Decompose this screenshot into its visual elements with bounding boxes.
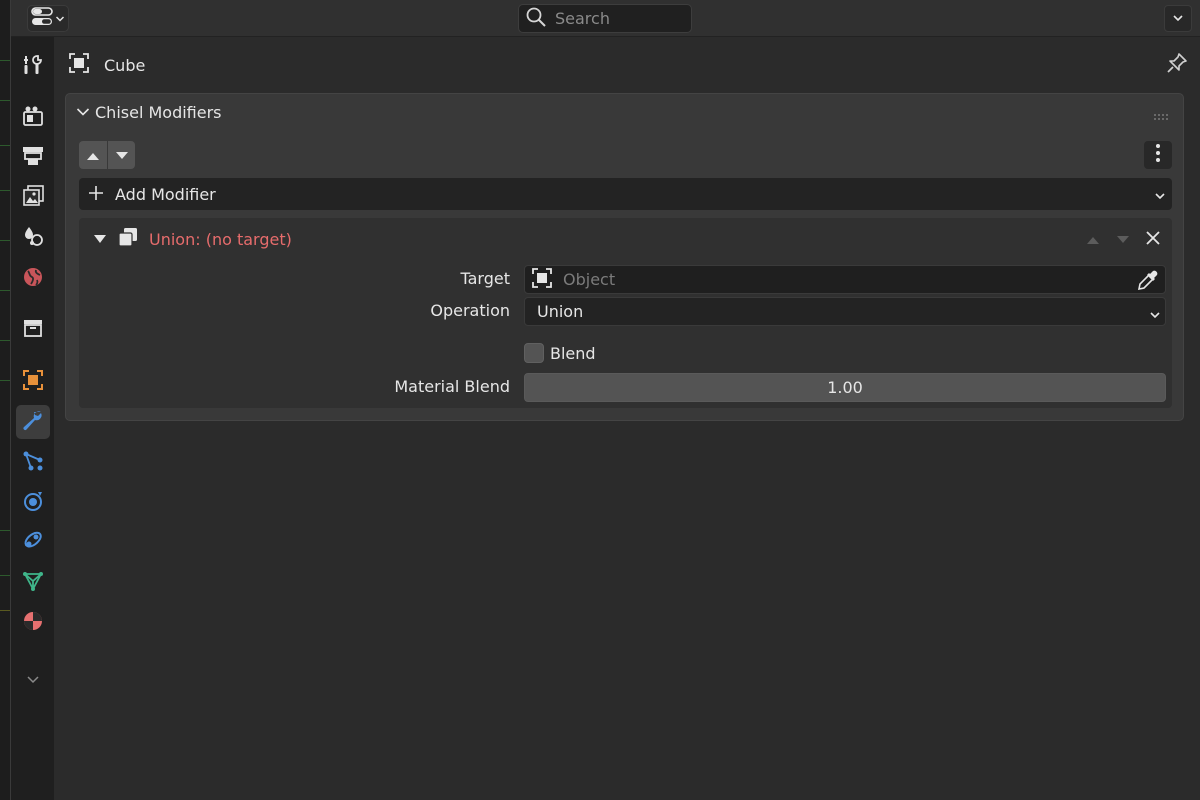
properties-content: Cube Chisel Modifiers Add Modifier Union… xyxy=(54,37,1200,800)
chevron-down-icon xyxy=(55,9,65,28)
eyedropper-icon[interactable] xyxy=(1137,269,1159,295)
material-icon xyxy=(21,609,45,637)
tab-view-layer[interactable] xyxy=(16,181,50,215)
object-icon xyxy=(68,52,90,78)
chevron-down-icon xyxy=(26,670,40,689)
kebab-menu-icon xyxy=(1155,143,1161,167)
wrench-icon xyxy=(21,408,45,436)
close-icon xyxy=(1146,230,1160,249)
tab-output[interactable] xyxy=(16,141,50,175)
target-label: Target xyxy=(460,269,511,288)
drag-handle-icon[interactable] xyxy=(1153,106,1171,125)
pin-icon xyxy=(1166,52,1188,78)
tab-constraints[interactable] xyxy=(16,526,50,560)
operation-dropdown[interactable]: Union xyxy=(524,297,1166,326)
chisel-modifiers-panel: Chisel Modifiers Add Modifier Union: (no… xyxy=(65,93,1184,421)
move-up-button[interactable] xyxy=(79,141,107,169)
plus-icon xyxy=(89,185,103,204)
tab-object[interactable] xyxy=(16,365,50,399)
triangle-down-icon xyxy=(115,146,129,165)
header-options-dropdown[interactable] xyxy=(1164,5,1192,32)
add-modifier-label: Add Modifier xyxy=(115,184,216,204)
properties-editor-icon xyxy=(31,6,53,31)
properties-editor: Search Cube Chisel Modifiers Add Modifie… xyxy=(10,0,1200,800)
chevron-down-icon xyxy=(76,103,90,122)
add-modifier-button[interactable]: Add Modifier xyxy=(79,178,1172,210)
modifier-remove-button[interactable] xyxy=(1140,226,1166,252)
tab-physics[interactable] xyxy=(16,486,50,520)
modifier-move-up-button[interactable] xyxy=(1080,226,1106,252)
object-icon xyxy=(21,368,45,396)
material-blend-label: Material Blend xyxy=(394,377,510,396)
blend-toggle[interactable]: Blend xyxy=(524,342,596,364)
adjacent-editor-edge xyxy=(0,0,10,800)
tab-modifiers[interactable] xyxy=(16,405,50,439)
more-tabs-chevron[interactable] xyxy=(16,662,50,696)
move-buttons xyxy=(79,141,135,169)
render-icon xyxy=(21,104,45,132)
move-down-button[interactable] xyxy=(107,141,135,169)
operation-value: Union xyxy=(537,302,584,321)
tab-particles[interactable] xyxy=(16,446,50,480)
chevron-down-icon xyxy=(1172,9,1184,28)
boolean-modifier-icon xyxy=(117,226,139,252)
search-placeholder: Search xyxy=(555,9,610,28)
modifier-header: Union: (no target) xyxy=(79,218,1172,260)
tab-collection[interactable] xyxy=(16,313,50,347)
object-context: Cube xyxy=(68,51,145,79)
output-icon xyxy=(21,144,45,172)
triangle-up-icon xyxy=(1086,230,1100,249)
chevron-down-icon xyxy=(1149,306,1161,325)
pin-button[interactable] xyxy=(1163,51,1191,79)
triangle-down-icon xyxy=(1116,230,1130,249)
tab-scene[interactable] xyxy=(16,221,50,255)
target-placeholder: Object xyxy=(563,270,616,289)
collapse-triangle-icon[interactable] xyxy=(93,230,107,249)
operation-label: Operation xyxy=(430,301,510,320)
panel-menu-button[interactable] xyxy=(1144,141,1172,169)
mesh-data-icon xyxy=(21,569,45,597)
view-layer-icon xyxy=(21,184,45,212)
chevron-down-icon xyxy=(1154,187,1166,206)
particles-icon xyxy=(21,449,45,477)
tab-data[interactable] xyxy=(16,566,50,600)
panel-title: Chisel Modifiers xyxy=(95,102,222,122)
modifier-name[interactable]: Union: (no target) xyxy=(149,230,292,249)
tool-icon xyxy=(21,53,45,81)
editor-type-button[interactable] xyxy=(27,5,69,32)
properties-tab-bar xyxy=(11,37,54,800)
modifier-move-down-button[interactable] xyxy=(1110,226,1136,252)
constraints-icon xyxy=(21,529,45,557)
target-field[interactable]: Object xyxy=(524,265,1166,294)
editor-header: Search xyxy=(11,0,1200,37)
blend-checkbox[interactable] xyxy=(524,343,544,363)
tab-render[interactable] xyxy=(16,101,50,135)
tab-world[interactable] xyxy=(16,262,50,296)
material-blend-slider[interactable]: 1.00 xyxy=(524,373,1166,402)
panel-header[interactable]: Chisel Modifiers xyxy=(66,94,1183,130)
material-blend-value: 1.00 xyxy=(827,378,863,397)
blend-label: Blend xyxy=(550,343,596,363)
collection-icon xyxy=(21,316,45,344)
object-name: Cube xyxy=(104,55,146,75)
triangle-up-icon xyxy=(86,146,100,165)
scene-icon xyxy=(21,224,45,252)
search-icon xyxy=(525,6,547,32)
object-icon xyxy=(531,267,553,293)
world-icon xyxy=(21,265,45,293)
modifier-controls xyxy=(1080,226,1166,252)
search-field[interactable]: Search xyxy=(518,4,692,33)
modifier-union: Union: (no target) Target Object Operati… xyxy=(79,218,1172,408)
physics-icon xyxy=(21,489,45,517)
tab-tool[interactable] xyxy=(16,50,50,84)
tab-material[interactable] xyxy=(16,606,50,640)
